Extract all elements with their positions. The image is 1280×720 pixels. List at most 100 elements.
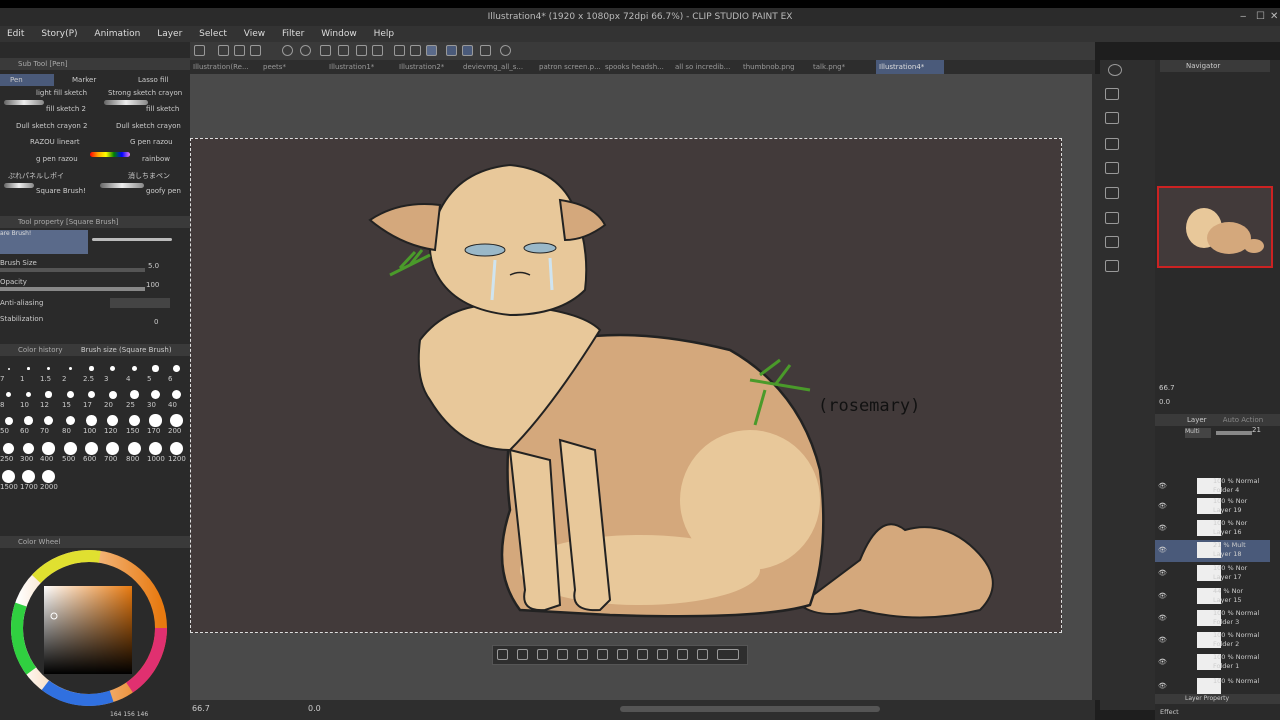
brush-size-dot[interactable] (110, 366, 115, 371)
brush-item[interactable]: light fill sketch (36, 89, 87, 97)
layer-row[interactable]: 👁 21 % Mult Layer 18 (1155, 540, 1270, 562)
brush-item[interactable]: goofy pen (146, 187, 181, 195)
brush-size-dot[interactable] (24, 416, 33, 425)
redo-icon[interactable] (300, 45, 311, 56)
brush-size-dot[interactable] (6, 392, 11, 397)
tab-doc-5[interactable]: devievmg_all_s... (460, 60, 532, 74)
tab-doc-10[interactable]: talk.png* (810, 60, 868, 74)
material-icon[interactable] (1105, 260, 1119, 272)
material-icon[interactable] (1105, 187, 1119, 199)
tab-layer[interactable]: Layer (1187, 416, 1207, 424)
clear-icon[interactable] (597, 649, 608, 660)
brush-size-dot[interactable] (128, 442, 141, 455)
brush-size-dot[interactable] (67, 391, 74, 398)
undo-icon[interactable] (282, 45, 293, 56)
special-ruler-icon[interactable] (480, 45, 491, 56)
menu-select[interactable]: Select (192, 26, 234, 42)
stabilization-value[interactable]: 0 (154, 318, 158, 326)
brush-size-dot[interactable] (106, 442, 119, 455)
layer-row[interactable]: 👁 100 % Normal Folder 1 (1155, 652, 1270, 674)
snap-grid-icon[interactable] (462, 45, 473, 56)
brush-size-dot[interactable] (22, 470, 35, 483)
new-tone-icon[interactable] (697, 649, 708, 660)
fill-icon[interactable] (356, 45, 367, 56)
menu-animation[interactable]: Animation (87, 26, 147, 42)
tab-doc-6[interactable]: patron screen.p... (536, 60, 600, 74)
material-icon[interactable] (1105, 112, 1119, 124)
brush-size-dot[interactable] (4, 416, 13, 425)
shrink-selection-icon[interactable] (577, 649, 588, 660)
brush-size-dot[interactable] (64, 442, 77, 455)
export-icon[interactable] (250, 45, 261, 56)
material-icon[interactable] (1105, 138, 1119, 150)
brush-size-dot[interactable] (86, 415, 97, 426)
opacity-slider[interactable] (0, 287, 145, 291)
tab-doc-2[interactable]: peets* (260, 60, 324, 74)
brush-size-dot[interactable] (2, 470, 15, 483)
menu-window[interactable]: Window (314, 26, 364, 42)
visibility-eye-icon[interactable]: 👁 (1158, 502, 1167, 510)
visibility-eye-icon[interactable]: 👁 (1158, 658, 1167, 666)
tab-doc-7[interactable]: spooks headsh... (602, 60, 670, 74)
visibility-eye-icon[interactable]: 👁 (1158, 546, 1167, 554)
navigator-zoom[interactable]: 66.7 (1159, 384, 1175, 392)
brush-item[interactable]: fill sketch (146, 105, 179, 113)
transform-icon[interactable] (338, 45, 349, 56)
layer-row[interactable]: 👁 44 % Nor Layer 15 (1155, 586, 1270, 608)
save-icon[interactable] (234, 45, 245, 56)
layer-row[interactable]: 👁 100 % Normal Folder 4 (1155, 476, 1270, 498)
navigator-preview[interactable] (1157, 186, 1273, 268)
tab-doc-8[interactable]: all so incredib... (672, 60, 732, 74)
brush-item[interactable]: ぷれパネルしポイ (8, 171, 64, 181)
material-icon[interactable] (1105, 236, 1119, 248)
brush-size-dot[interactable] (3, 443, 14, 454)
brush-size-dot[interactable] (170, 414, 183, 427)
scale-rotate-icon[interactable] (657, 649, 668, 660)
angle-readout[interactable]: 0.0 (308, 704, 321, 713)
brush-size-dot[interactable] (149, 414, 162, 427)
brush-size-dot[interactable] (152, 365, 159, 372)
color-wheel[interactable] (4, 548, 174, 710)
tab-doc-3[interactable]: Illustration1* (326, 60, 396, 74)
open-file-icon[interactable] (218, 45, 229, 56)
brush-item[interactable]: G pen razou (130, 138, 173, 146)
brush-size-dot[interactable] (107, 415, 118, 426)
brush-item[interactable]: Dull sketch crayon (116, 122, 181, 130)
new-file-icon[interactable] (194, 45, 205, 56)
tab-doc-1[interactable]: Illustration(Re... (190, 60, 258, 74)
menu-edit[interactable]: Edit (0, 26, 31, 42)
brush-item[interactable]: RAZOU lineart (30, 138, 80, 146)
visibility-eye-icon[interactable]: 👁 (1158, 636, 1167, 644)
invert-selection-icon[interactable] (537, 649, 548, 660)
tab-doc-4[interactable]: Illustration2* (396, 60, 456, 74)
visibility-eye-icon[interactable]: 👁 (1158, 614, 1167, 622)
zoom-readout[interactable]: 66.7 (192, 704, 210, 713)
opacity-value[interactable]: 100 (146, 281, 159, 289)
brush-size-value[interactable]: 5.0 (148, 262, 159, 270)
layer-row[interactable]: 👁 100 % Nor Layer 16 (1155, 518, 1270, 540)
tab-marker[interactable]: Marker (58, 74, 118, 86)
selection-clear-icon[interactable] (394, 45, 405, 56)
maximize-icon[interactable]: ☐ (1256, 8, 1265, 26)
menu-view[interactable]: View (237, 26, 272, 42)
brush-item[interactable]: fill sketch 2 (46, 105, 86, 113)
visibility-eye-icon[interactable]: 👁 (1158, 482, 1167, 490)
visibility-eye-icon[interactable]: 👁 (1158, 569, 1167, 577)
antialias-selector[interactable] (110, 298, 170, 308)
launcher-settings-icon[interactable] (717, 649, 739, 660)
minimize-icon[interactable]: ‒ (1240, 8, 1246, 26)
brush-item[interactable]: rainbow (142, 155, 170, 163)
brush-size-dot[interactable] (173, 365, 180, 372)
brush-item[interactable]: Strong sketch crayon (108, 89, 182, 97)
layer-row[interactable]: 👁 100 % Normal Folder 3 (1155, 608, 1270, 630)
brush-item[interactable]: Square Brush! (36, 187, 86, 195)
tab-lasso-fill[interactable]: Lasso fill (122, 74, 186, 86)
tab-doc-9[interactable]: thumbnob.png (740, 60, 804, 74)
selection-show-icon[interactable] (426, 45, 437, 56)
snap-ruler-icon[interactable] (446, 45, 457, 56)
visibility-eye-icon[interactable]: 👁 (1158, 592, 1167, 600)
brush-size-slider[interactable] (0, 268, 145, 272)
settings-icon[interactable] (320, 45, 331, 56)
expand-selection-icon[interactable] (557, 649, 568, 660)
copy-paste-icon[interactable] (637, 649, 648, 660)
